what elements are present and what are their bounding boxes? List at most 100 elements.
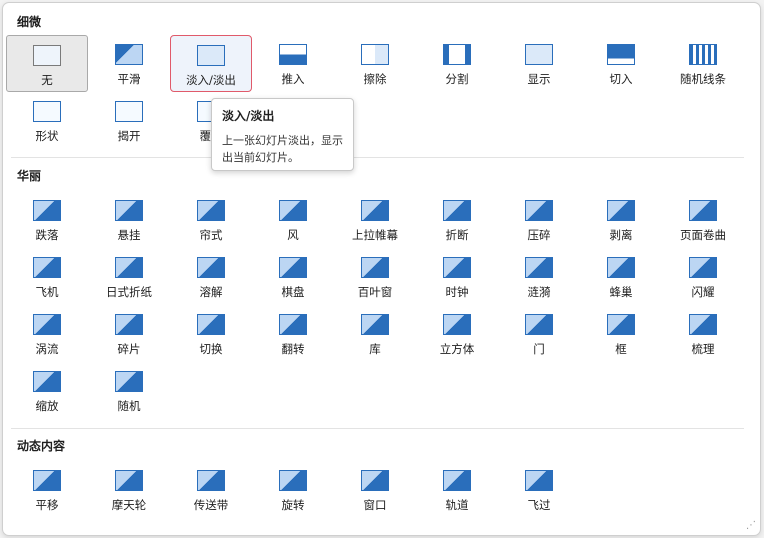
smooth-icon — [115, 44, 143, 65]
transition-window[interactable]: 窗口 — [334, 461, 416, 518]
transition-label: 涟漪 — [527, 285, 551, 299]
transition-prestige[interactable]: 上拉帷幕 — [334, 191, 416, 248]
transition-label: 随机 — [117, 399, 141, 413]
clock-icon — [443, 257, 471, 278]
transition-random[interactable]: 随机 — [88, 362, 170, 419]
section-title-dynamic: 动态内容 — [17, 439, 66, 453]
switch-icon — [197, 314, 225, 335]
dynamic-grid: 平移 摩天轮 传送带 旋转 窗口 轨道 飞过 — [6, 461, 744, 518]
origami-icon — [115, 257, 143, 278]
transition-label: 旋转 — [281, 498, 305, 512]
transition-pan[interactable]: 平移 — [6, 461, 88, 518]
transition-rotate[interactable]: 旋转 — [252, 461, 334, 518]
transition-comb[interactable]: 梳理 — [662, 305, 744, 362]
section-title-subtle: 细微 — [17, 15, 42, 29]
transition-conveyor[interactable]: 传送带 — [170, 461, 252, 518]
transition-label: 飞机 — [35, 285, 59, 299]
shred-icon — [115, 314, 143, 335]
transition-label: 跌落 — [35, 228, 59, 242]
transition-label: 百叶窗 — [357, 285, 393, 299]
transition-label: 风 — [287, 228, 299, 242]
transition-smooth[interactable]: 平滑 — [88, 35, 170, 92]
transition-drape[interactable]: 悬挂 — [88, 191, 170, 248]
fly-through-icon — [525, 470, 553, 491]
transition-ripple[interactable]: 涟漪 — [498, 248, 580, 305]
tooltip-body: 上一张幻灯片淡出，显示出当前幻灯片。 — [222, 134, 343, 164]
transition-label: 显示 — [527, 72, 551, 86]
transition-ferris-wheel[interactable]: 摩天轮 — [88, 461, 170, 518]
transition-page-curl[interactable]: 页面卷曲 — [662, 191, 744, 248]
transition-airplane[interactable]: 飞机 — [6, 248, 88, 305]
transition-random-bars[interactable]: 随机线条 — [662, 35, 744, 92]
transition-label: 溶解 — [199, 285, 223, 299]
transition-gallery[interactable]: 库 — [334, 305, 416, 362]
transition-cut[interactable]: 切入 — [580, 35, 662, 92]
conveyor-icon — [197, 470, 225, 491]
zoom-icon — [33, 371, 61, 392]
transition-label: 页面卷曲 — [680, 228, 726, 242]
push-icon — [279, 44, 307, 65]
transition-shred[interactable]: 碎片 — [88, 305, 170, 362]
transition-fade[interactable]: 淡入/淡出 — [170, 35, 252, 92]
honeycomb-icon — [607, 257, 635, 278]
curtains-icon — [197, 200, 225, 221]
rotate-icon — [279, 470, 307, 491]
transition-crush[interactable]: 压碎 — [498, 191, 580, 248]
transition-wind[interactable]: 风 — [252, 191, 334, 248]
transition-label: 无 — [41, 73, 53, 87]
transition-push[interactable]: 推入 — [252, 35, 334, 92]
transition-wipe[interactable]: 擦除 — [334, 35, 416, 92]
shape-icon — [33, 101, 61, 122]
transition-label: 飞过 — [527, 498, 551, 512]
transition-doors[interactable]: 门 — [498, 305, 580, 362]
transition-label: 平滑 — [117, 72, 141, 86]
transition-label: 碎片 — [117, 342, 141, 356]
transition-clock[interactable]: 时钟 — [416, 248, 498, 305]
none-icon — [33, 45, 61, 66]
flip-icon — [279, 314, 307, 335]
transition-honeycomb[interactable]: 蜂巢 — [580, 248, 662, 305]
divider — [11, 157, 744, 158]
random-icon — [115, 371, 143, 392]
transition-blinds[interactable]: 百叶窗 — [334, 248, 416, 305]
blinds-icon — [361, 257, 389, 278]
transition-gallery: 细微 无平滑淡入/淡出推入擦除分割显示切入随机线条形状揭开覆盖 华丽 跌落悬挂帘… — [2, 2, 761, 536]
transition-label: 揭开 — [117, 129, 141, 143]
transition-checkerboard[interactable]: 棋盘 — [252, 248, 334, 305]
transition-switch[interactable]: 切换 — [170, 305, 252, 362]
transition-dissolve[interactable]: 溶解 — [170, 248, 252, 305]
transition-fracture[interactable]: 折断 — [416, 191, 498, 248]
transition-shape[interactable]: 形状 — [6, 92, 88, 149]
transition-label: 涡流 — [35, 342, 59, 356]
transition-orbit[interactable]: 轨道 — [416, 461, 498, 518]
prestige-icon — [361, 200, 389, 221]
drape-icon — [115, 200, 143, 221]
transition-vortex[interactable]: 涡流 — [6, 305, 88, 362]
transition-origami[interactable]: 日式折纸 — [88, 248, 170, 305]
transition-flip[interactable]: 翻转 — [252, 305, 334, 362]
transition-glitter[interactable]: 闪耀 — [662, 248, 744, 305]
transition-split[interactable]: 分割 — [416, 35, 498, 92]
uncover-icon — [115, 101, 143, 122]
transition-fall-over[interactable]: 跌落 — [6, 191, 88, 248]
vortex-icon — [33, 314, 61, 335]
transition-cube[interactable]: 立方体 — [416, 305, 498, 362]
transition-box[interactable]: 框 — [580, 305, 662, 362]
ferris-wheel-icon — [115, 470, 143, 491]
cut-icon — [607, 44, 635, 65]
transition-uncover[interactable]: 揭开 — [88, 92, 170, 149]
transition-curtains[interactable]: 帘式 — [170, 191, 252, 248]
transition-label: 淡入/淡出 — [186, 73, 236, 87]
transition-label: 闪耀 — [691, 285, 715, 299]
transition-label: 棋盘 — [281, 285, 305, 299]
wind-icon — [279, 200, 307, 221]
fade-icon — [197, 45, 225, 66]
transition-zoom[interactable]: 缩放 — [6, 362, 88, 419]
transition-label: 传送带 — [193, 498, 229, 512]
transition-label: 立方体 — [439, 342, 475, 356]
transition-reveal[interactable]: 显示 — [498, 35, 580, 92]
transition-none[interactable]: 无 — [6, 35, 88, 92]
resize-grip-icon[interactable]: ⋰ — [746, 520, 756, 531]
transition-peel-off[interactable]: 剥离 — [580, 191, 662, 248]
transition-fly-through[interactable]: 飞过 — [498, 461, 580, 518]
